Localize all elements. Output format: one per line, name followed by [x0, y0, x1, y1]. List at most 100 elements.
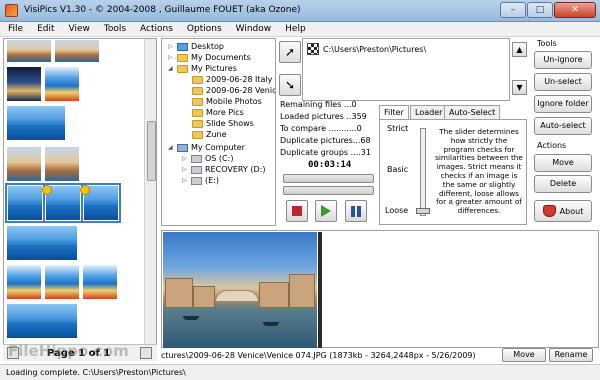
drive-icon [191, 154, 202, 163]
tree-item-label: My Documents [191, 53, 251, 62]
thumbnail-pane [3, 38, 157, 360]
remove-folder-button[interactable]: ➘ [279, 74, 301, 96]
filter-help-text: The slider determines how strictly the p… [435, 127, 523, 216]
ignore-folder-button[interactable]: Ignore folder [534, 95, 592, 113]
expand-icon[interactable]: ▷ [182, 177, 189, 184]
tree-item-slide-shows[interactable]: Slide Shows [192, 118, 254, 129]
tree-item-label: RECOVERY (D:) [205, 165, 266, 174]
thumbnail[interactable] [82, 264, 118, 300]
preview-rename-button[interactable]: Rename [549, 348, 593, 362]
folder-icon [177, 64, 188, 73]
selection-marker-icon [80, 185, 90, 195]
tab-filter[interactable]: Filter [379, 105, 409, 120]
thumbnail[interactable] [44, 66, 80, 102]
menu-options[interactable]: Options [179, 22, 228, 36]
auto-select-button[interactable]: Auto-select [534, 117, 592, 135]
about-icon [542, 205, 556, 217]
about-button[interactable]: About [534, 200, 592, 222]
collapse-icon[interactable]: ◢ [168, 65, 175, 72]
tree-item-label: Slide Shows [206, 119, 254, 128]
tab-loader[interactable]: Loader [410, 105, 448, 119]
drive-icon [191, 165, 202, 174]
pause-button[interactable] [345, 200, 367, 222]
move-down-button[interactable]: ▼ [512, 80, 527, 95]
thumbnail[interactable] [6, 66, 42, 102]
window-title: VisiPics V1.30 - © 2004-2008 , Guillaume… [24, 5, 301, 15]
thumbnail[interactable] [6, 303, 78, 339]
tree-item-my-pictures[interactable]: ◢ My Pictures [168, 63, 237, 74]
tree-item-drive-d[interactable]: ▷ RECOVERY (D:) [182, 164, 265, 175]
status-text: Loading complete. C:\Users\Preston\Pictu… [6, 368, 186, 377]
thumbnail[interactable] [6, 105, 66, 141]
stop-icon [292, 206, 302, 216]
thumbnail[interactable] [6, 146, 42, 182]
folder-icon [192, 108, 203, 117]
tree-item-label: Mobile Photos [206, 97, 262, 106]
un-ignore-button[interactable]: Un-ignore [534, 51, 592, 69]
expand-icon[interactable]: ▷ [168, 54, 175, 61]
menu-help[interactable]: Help [277, 22, 312, 36]
tree-item-italy[interactable]: 2009-06-28 Italy [192, 74, 272, 85]
stop-button[interactable] [286, 200, 308, 222]
thumbnail[interactable] [6, 225, 78, 261]
tree-item-drive-c[interactable]: ▷ OS (C:) [182, 153, 233, 164]
maximize-button[interactable]: □ [527, 2, 553, 18]
tree-item-zune[interactable]: Zune [192, 129, 227, 140]
tree-item-mobile-photos[interactable]: Mobile Photos [192, 96, 262, 107]
desktop-icon [177, 42, 188, 51]
expand-icon[interactable]: ▷ [168, 43, 175, 50]
tree-item-more-pics[interactable]: More Pics [192, 107, 244, 118]
selected-folder-item[interactable]: C:\Users\Preston\Pictures\ [307, 43, 426, 55]
folder-icon [192, 130, 203, 139]
thumbnail-selected[interactable] [5, 183, 45, 223]
minimize-button[interactable]: – [500, 2, 526, 18]
menu-view[interactable]: View [61, 22, 96, 36]
app-icon [5, 4, 18, 17]
scrollbar-thumb[interactable] [147, 121, 156, 181]
filter-slider-thumb[interactable] [416, 208, 430, 214]
delete-button[interactable]: Delete [534, 175, 592, 193]
thumbnail[interactable] [6, 264, 42, 300]
tree-item-my-documents[interactable]: ▷ My Documents [168, 52, 251, 63]
move-button[interactable]: Move [534, 154, 592, 172]
tab-auto-select[interactable]: Auto-Select [444, 105, 501, 119]
next-page-icon[interactable] [140, 347, 152, 359]
folder-icon [177, 53, 188, 62]
menu-tools[interactable]: Tools [96, 22, 132, 36]
menu-file[interactable]: File [0, 22, 29, 36]
filter-slider[interactable] [420, 128, 426, 216]
menu-edit[interactable]: Edit [29, 22, 60, 36]
thumbnail-scrollbar[interactable] [144, 39, 156, 347]
thumbnail[interactable] [44, 264, 80, 300]
tree-item-drive-e[interactable]: ▷ (E:) [182, 175, 219, 186]
add-folder-button[interactable]: ➚ [279, 41, 301, 63]
menu-bar: File Edit View Tools Actions Options Win… [0, 22, 600, 37]
drive-icon [191, 176, 202, 185]
thumbnail[interactable] [6, 39, 52, 63]
photo-building [193, 286, 215, 308]
close-button[interactable]: ✕ [554, 2, 596, 18]
tree-item-label: Zune [206, 130, 227, 139]
compare-progress-bar [283, 186, 374, 195]
selected-folders-list[interactable]: C:\Users\Preston\Pictures\ [302, 38, 510, 101]
expand-icon[interactable]: ▷ [182, 155, 189, 162]
thumbnail[interactable] [54, 39, 100, 63]
tree-item-venice[interactable]: 2009-06-28 Venice [192, 85, 276, 96]
play-button[interactable] [315, 200, 337, 222]
watermark: FileHippo.com [8, 342, 129, 360]
move-up-button[interactable]: ▲ [512, 42, 527, 57]
window-controls: – □ ✕ [500, 2, 596, 18]
tree-item-desktop[interactable]: ▷ Desktop [168, 41, 224, 52]
expand-icon[interactable]: ▷ [182, 166, 189, 173]
tree-item-my-computer[interactable]: ◢ My Computer [168, 142, 245, 153]
tree-item-label: 2009-06-28 Venice [206, 86, 276, 95]
collapse-icon[interactable]: ◢ [168, 144, 175, 151]
menu-actions[interactable]: Actions [132, 22, 179, 36]
preview-move-button[interactable]: Move [502, 348, 546, 362]
menu-window[interactable]: Window [228, 22, 278, 36]
thumbnail[interactable] [44, 146, 80, 182]
folder-icon [192, 97, 203, 106]
preview-photo[interactable] [163, 232, 317, 348]
status-bar: Loading complete. C:\Users\Preston\Pictu… [0, 364, 600, 380]
un-select-button[interactable]: Un-select [534, 73, 592, 91]
